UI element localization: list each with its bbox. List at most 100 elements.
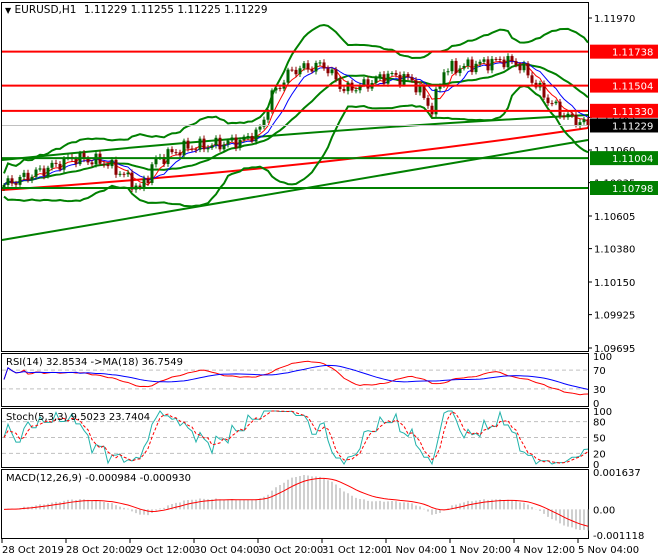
candle-body (306, 63, 310, 70)
candle-body (234, 137, 238, 148)
candle-body (582, 119, 586, 123)
price-tick-label: 1.10605 (594, 212, 635, 223)
candle-body (298, 68, 302, 75)
time-tick-label: 5 Nov 04:00 (578, 545, 639, 556)
candle-body (150, 164, 154, 183)
candle-body (54, 162, 58, 164)
candle-body (410, 77, 414, 81)
candle-body (278, 87, 282, 89)
candle-body (230, 137, 234, 141)
candle-body (106, 164, 110, 167)
candle-body (42, 168, 46, 177)
candle-body (238, 139, 242, 148)
candle-body (30, 176, 34, 181)
candle-body (294, 69, 298, 75)
candle-body (90, 162, 94, 165)
candle-body (18, 176, 22, 185)
candle-body (202, 138, 206, 150)
candle-body (402, 74, 406, 85)
candle-body (198, 138, 202, 150)
time-tick-label: 4 Nov 12:00 (514, 545, 575, 556)
candle-body (190, 148, 194, 150)
candle-body (46, 167, 50, 177)
candle-body (526, 63, 530, 76)
candle-body (6, 178, 10, 185)
candle-body (214, 137, 218, 146)
candle-body (378, 74, 382, 78)
candle-body (474, 63, 478, 73)
candle-body (458, 68, 462, 74)
price-tick-label: 1.09925 (594, 311, 635, 322)
candle-body (346, 82, 350, 92)
candle-body (194, 149, 198, 151)
candle-body (506, 56, 510, 68)
time-tick-label: 31 Oct 12:00 (322, 545, 387, 556)
candle-body (322, 62, 326, 69)
price-tick-label: 1.10150 (594, 278, 635, 289)
macd-label: MACD(12,26,9) -0.000984 -0.000930 (6, 473, 191, 484)
candle-body (406, 74, 410, 78)
level-label: 1.11004 (612, 154, 653, 165)
candle-body (482, 59, 486, 62)
candle-body (26, 172, 30, 181)
candle-body (34, 169, 38, 177)
candle-body (250, 135, 254, 142)
candle-body (114, 159, 118, 175)
ohlc-values: 1.11229 1.11255 1.11225 1.11229 (83, 4, 268, 16)
stoch-label: Stoch(5,3,3) 9.5023 23.7404 (6, 412, 150, 423)
candle-body (518, 65, 522, 71)
candle-body (550, 103, 554, 105)
level-label: 1.11330 (612, 107, 653, 118)
candle-body (422, 85, 426, 98)
candle-body (330, 69, 334, 74)
candle-body (586, 119, 590, 126)
candle-body (102, 163, 106, 165)
candle-body (210, 145, 214, 148)
candle-body (62, 157, 66, 170)
candle-body (50, 162, 54, 168)
candle-body (374, 77, 378, 84)
chart-canvas[interactable]: 1.119701.112851.110601.108351.106051.103… (0, 0, 660, 560)
candle-body (126, 172, 130, 175)
current-price-label: 1.11229 (612, 121, 653, 132)
candle-body (446, 71, 450, 73)
candle-body (258, 126, 262, 130)
candle-body (466, 59, 470, 66)
candle-body (226, 140, 230, 145)
symbol-label: EURUSD,H1 (14, 4, 77, 16)
candle-body (522, 63, 526, 71)
candle-body (342, 88, 346, 92)
candle-body (146, 178, 150, 183)
macd-tick-label: -0.001118 (593, 531, 644, 542)
time-tick-label: 28 Oct 2019 (2, 545, 64, 556)
candle-body (478, 61, 482, 64)
rsi-tick-label: 70 (593, 366, 606, 377)
rsi-tick-label: 30 (593, 385, 606, 396)
dropdown-triangle-icon[interactable]: ▼ (5, 6, 11, 15)
candle-body (318, 62, 322, 64)
time-tick-label: 28 Oct 20:00 (66, 545, 131, 556)
price-tick-label: 1.11970 (594, 14, 635, 25)
candle-body (470, 59, 474, 73)
candle-body (570, 113, 574, 115)
candle-body (454, 60, 458, 74)
candle-body (334, 69, 338, 80)
time-tick-label: 30 Oct 20:00 (258, 545, 323, 556)
candle-body (354, 90, 358, 92)
candle-body (14, 183, 18, 185)
candle-body (142, 178, 146, 189)
candle-body (206, 147, 210, 150)
candle-body (566, 113, 570, 118)
candle-body (38, 168, 42, 170)
candle-body (110, 159, 114, 167)
candle-body (450, 60, 454, 72)
price-tick-label: 1.10380 (594, 245, 635, 256)
candle-body (554, 101, 558, 104)
candle-body (310, 69, 314, 72)
time-tick-label: 1 Nov 04:00 (386, 545, 447, 556)
candle-body (122, 173, 126, 175)
candle-body (366, 79, 370, 89)
rsi-tick-label: 100 (593, 352, 612, 363)
candle-body (546, 97, 550, 104)
candle-body (510, 56, 514, 62)
